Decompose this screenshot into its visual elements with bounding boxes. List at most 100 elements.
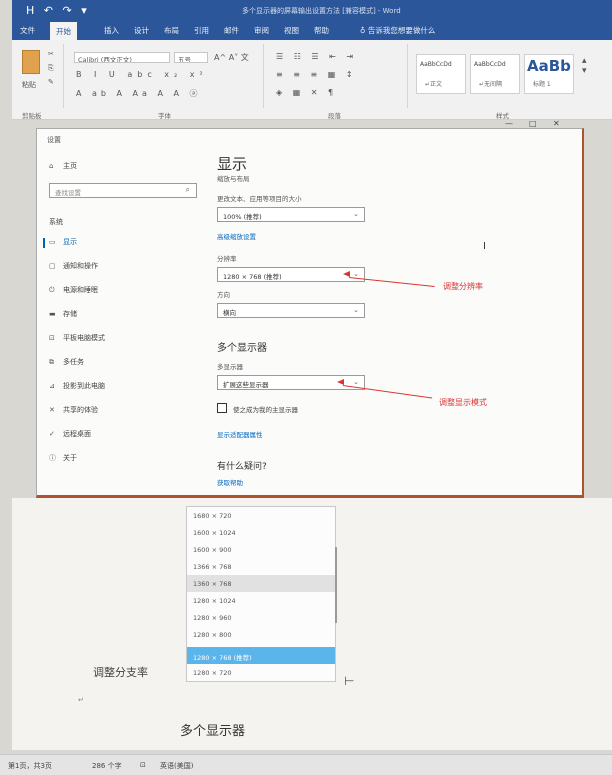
get-help-link[interactable]: 获取帮助 bbox=[217, 477, 243, 487]
style-no-spacing[interactable]: AaBbCcDd ↵无间隔 bbox=[470, 54, 520, 94]
settings-search-box[interactable]: 查找设置 ⌕ bbox=[49, 183, 197, 198]
tab-help[interactable]: 帮助 bbox=[314, 25, 329, 36]
resolution-option[interactable]: 1280 × 720 bbox=[187, 664, 335, 681]
format-painter-icon[interactable]: ✎ bbox=[48, 78, 54, 86]
nav-shared-label: 共享的体验 bbox=[63, 406, 98, 414]
minimize-button[interactable]: — bbox=[505, 119, 513, 128]
quick-access-toolbar[interactable]: H ↶ ↷ ▾ bbox=[26, 4, 90, 17]
proofing-icon[interactable]: ⊡ bbox=[140, 761, 146, 769]
text-cursor: ⊢ bbox=[344, 674, 355, 688]
paste-button-label[interactable]: 粘贴 bbox=[22, 80, 36, 90]
paragraph-group: ☰ ☷ ☰ ⇤ ⇥ ≡ ≡ ≡ ▦ ↕ ◈ ▦ ✕ ¶ 段落 bbox=[268, 44, 408, 120]
close-button[interactable]: ✕ bbox=[553, 119, 560, 128]
resolution-option[interactable]: 1280 × 800 bbox=[187, 626, 335, 643]
tab-design[interactable]: 设计 bbox=[134, 25, 149, 36]
storage-icon: ▬ bbox=[49, 310, 56, 318]
remote-desktop-icon: ✓ bbox=[49, 430, 55, 438]
orientation-label: 方向 bbox=[217, 291, 230, 299]
resolution-option[interactable]: 1600 × 900 bbox=[187, 541, 335, 558]
font-group-label: 字体 bbox=[158, 112, 171, 120]
page-subtitle: 缩放与布局 bbox=[217, 175, 250, 183]
shading-buttons[interactable]: ◈ ▦ ✕ ¶ bbox=[276, 88, 337, 97]
ribbon-tabs: 文件 开始 插入 设计 布局 引用 邮件 审阅 视图 帮助 ♁ 告诉我您想要做什… bbox=[12, 22, 612, 40]
adapter-properties-link[interactable]: 显示适配器属性 bbox=[217, 429, 263, 439]
multi-display-label: 多显示器 bbox=[217, 363, 243, 371]
mode-arrow-head bbox=[337, 379, 344, 385]
tab-review[interactable]: 审阅 bbox=[254, 25, 269, 36]
nav-storage[interactable]: ▬ 存储 bbox=[49, 309, 77, 327]
nav-multitask[interactable]: ⧉ 多任务 bbox=[49, 357, 84, 375]
tab-references[interactable]: 引用 bbox=[194, 25, 209, 36]
tab-mailings[interactable]: 邮件 bbox=[224, 25, 239, 36]
resolution-dropdown-list: 1680 × 720 1600 × 1024 1600 × 900 1366 ×… bbox=[186, 506, 337, 682]
resolution-option-hovered[interactable]: 1360 × 768 bbox=[187, 575, 335, 592]
resolution-option[interactable]: 1366 × 768 bbox=[187, 558, 335, 575]
question-heading: 有什么疑问? bbox=[217, 462, 267, 472]
nav-about[interactable]: ⓘ 关于 bbox=[49, 453, 77, 471]
scale-value: 100% (推荐) bbox=[223, 213, 262, 221]
paragraph-group-label: 段落 bbox=[328, 112, 341, 120]
mode-arrow bbox=[342, 385, 433, 399]
scale-select[interactable]: 100% (推荐) ⌄ bbox=[217, 207, 365, 222]
resolution-option[interactable]: 1280 × 960 bbox=[187, 609, 335, 626]
settings-window: 设置 — □ ✕ ⌂ 主页 查找设置 ⌕ 系统 ▭ 显示 ▢ 通知和操作 ⏻ 电源和睡眠… bbox=[36, 119, 584, 498]
nav-multitask-label: 多任务 bbox=[63, 358, 84, 366]
resolution-option[interactable]: 1680 × 720 bbox=[187, 507, 335, 524]
tell-me-box[interactable]: ♁ 告诉我您想要做什么 bbox=[360, 25, 435, 36]
document-title: 多个显示器的屏幕输出设置方法 [兼容模式] - Word bbox=[242, 7, 401, 15]
nav-about-label: 关于 bbox=[63, 454, 77, 462]
main-display-checkbox-label: 使之成为我的主显示器 bbox=[233, 406, 298, 414]
style-heading-1[interactable]: AaBb 标题 1 bbox=[524, 54, 574, 94]
paragraph-mark: ↵ bbox=[78, 696, 84, 704]
nav-projecting-label: 投影到此电脑 bbox=[63, 382, 105, 390]
advanced-scaling-link[interactable]: 高级缩放设置 bbox=[217, 231, 256, 241]
tab-view[interactable]: 视图 bbox=[284, 25, 299, 36]
display-icon: ▭ bbox=[49, 238, 56, 246]
grow-font-icon[interactable]: A^ A˅ 文 bbox=[214, 52, 249, 63]
main-display-checkbox[interactable] bbox=[217, 403, 227, 413]
resolution-option[interactable]: 1600 × 1024 bbox=[187, 524, 335, 541]
resolution-option[interactable]: 1280 × 1024 bbox=[187, 592, 335, 609]
nav-power-label: 电源和睡眠 bbox=[63, 286, 98, 294]
orientation-select[interactable]: 横向 ⌄ bbox=[217, 303, 365, 318]
font-group: Calibri (西文正文) 五号 A^ A˅ 文 B I U abc x₂ x… bbox=[68, 44, 264, 120]
copy-icon[interactable]: ⎘ bbox=[48, 64, 54, 73]
nav-display[interactable]: ▭ 显示 bbox=[43, 237, 77, 255]
multi-display-heading: 多个显示器 bbox=[217, 343, 267, 354]
tab-insert[interactable]: 插入 bbox=[104, 25, 119, 36]
nav-tablet[interactable]: ⊡ 平板电脑模式 bbox=[49, 333, 105, 351]
dropdown-scrollbar[interactable] bbox=[335, 547, 337, 623]
format-buttons[interactable]: B I U abc x₂ x² bbox=[76, 70, 208, 79]
chevron-down-icon: ⌄ bbox=[353, 306, 359, 314]
align-buttons[interactable]: ≡ ≡ ≡ ▦ ↕ bbox=[276, 70, 357, 79]
nav-shared[interactable]: ✕ 共享的体验 bbox=[49, 405, 98, 423]
projecting-icon: ⊿ bbox=[49, 382, 55, 390]
home-icon: ⌂ bbox=[49, 162, 54, 170]
color-buttons[interactable]: A ab A Aa A A ⓐ bbox=[76, 88, 202, 99]
nav-projecting[interactable]: ⊿ 投影到此电脑 bbox=[49, 381, 105, 399]
maximize-button[interactable]: □ bbox=[529, 119, 537, 128]
paste-icon[interactable] bbox=[22, 50, 40, 74]
styles-more-icon[interactable]: ▴ ▾ bbox=[582, 56, 587, 76]
font-name-select[interactable]: Calibri (西文正文) bbox=[74, 52, 170, 63]
cut-icon[interactable]: ✂ bbox=[48, 50, 54, 58]
nav-home[interactable]: ⌂ 主页 bbox=[49, 161, 77, 179]
style-normal[interactable]: AaBbCcDd ↵正文 bbox=[416, 54, 466, 94]
resolution-value: 1280 × 768 (推荐) bbox=[223, 273, 282, 281]
page-count[interactable]: 第1页，共3页 bbox=[8, 761, 52, 771]
nav-remote-desktop[interactable]: ✓ 远程桌面 bbox=[49, 429, 91, 447]
word-count[interactable]: 286 个字 bbox=[92, 761, 122, 771]
nav-notifications[interactable]: ▢ 通知和操作 bbox=[49, 261, 98, 279]
word-title-bar: H ↶ ↷ ▾ 多个显示器的屏幕输出设置方法 [兼容模式] - Word bbox=[12, 0, 612, 22]
nav-notifications-label: 通知和操作 bbox=[63, 262, 98, 270]
font-size-select[interactable]: 五号 bbox=[174, 52, 208, 63]
tab-home[interactable]: 开始 bbox=[50, 22, 77, 40]
language-indicator[interactable]: 英语(美国) bbox=[160, 761, 193, 771]
style-sample: AaBb bbox=[527, 57, 571, 75]
tab-file[interactable]: 文件 bbox=[20, 25, 35, 36]
list-buttons[interactable]: ☰ ☷ ☰ ⇤ ⇥ bbox=[276, 52, 357, 61]
resolution-option-selected[interactable]: 1280 × 768 (推荐) bbox=[187, 647, 335, 664]
tab-layout[interactable]: 布局 bbox=[164, 25, 179, 36]
lightbulb-icon: ♁ bbox=[360, 26, 368, 35]
nav-power[interactable]: ⏻ 电源和睡眠 bbox=[49, 285, 98, 303]
